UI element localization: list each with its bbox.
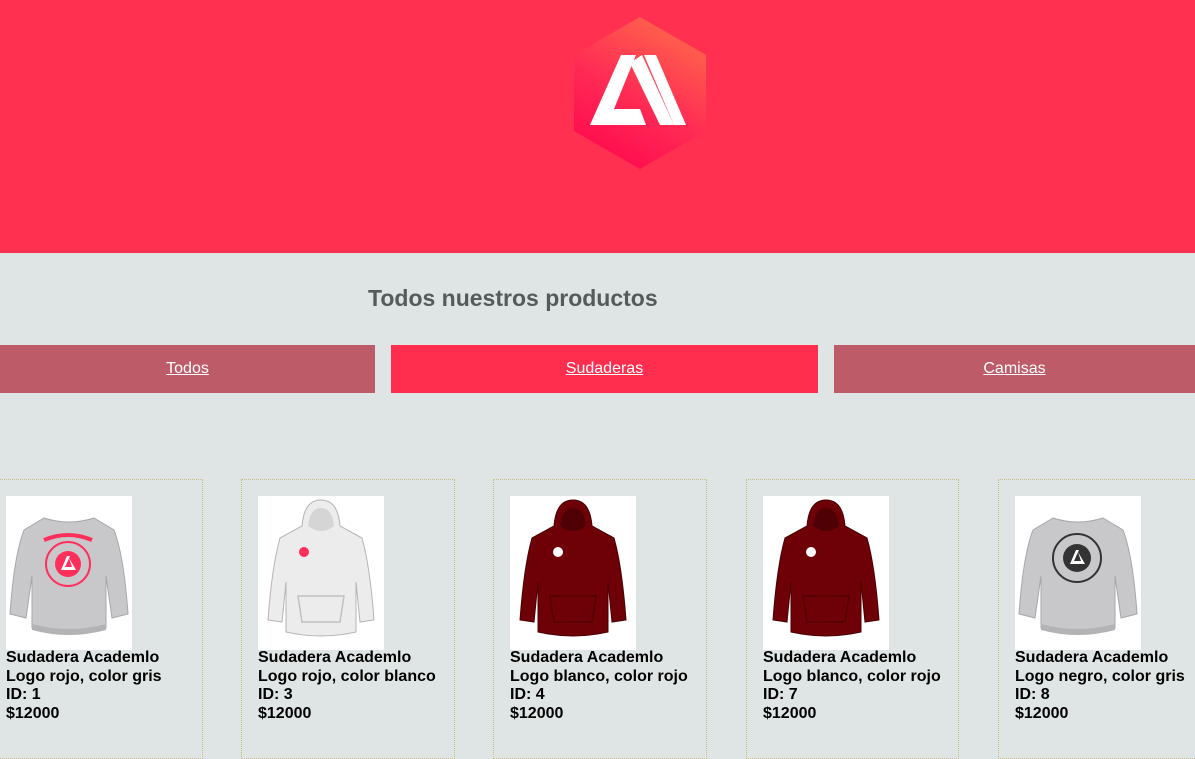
academlo-logo-icon[interactable] <box>574 17 706 169</box>
product-price: $12000 <box>763 705 817 723</box>
product-price: $12000 <box>1015 705 1069 723</box>
page-title: Todos nuestros productos <box>368 285 658 311</box>
product-id: ID: 8 <box>1015 686 1050 704</box>
product-image[interactable] <box>510 496 636 650</box>
product-info: Sudadera Academlo Logo negro, color gris… <box>1015 649 1185 724</box>
product-name-line1: Sudadera Academlo <box>510 649 664 666</box>
white-hoodie-icon <box>267 499 375 637</box>
product-price: $12000 <box>6 705 60 723</box>
product-price: $12000 <box>258 705 312 723</box>
product-name-line2: Logo blanco, color rojo <box>763 667 941 685</box>
product-image[interactable] <box>258 496 384 650</box>
tab-sudaderas-label[interactable]: Sudaderas <box>566 360 643 378</box>
product-name-line1: Sudadera Academlo <box>1015 649 1169 666</box>
product-card[interactable]: Sudadera Academlo Logo negro, color gris… <box>998 479 1195 759</box>
product-info: Sudadera Academlo Logo rojo, color blanc… <box>258 649 436 724</box>
product-image[interactable] <box>1015 496 1141 650</box>
product-name-line2: Logo blanco, color rojo <box>510 667 688 685</box>
product-card[interactable]: Sudadera Academlo Logo rojo, color blanc… <box>241 479 455 759</box>
product-info: Sudadera Academlo Logo blanco, color roj… <box>763 649 941 724</box>
product-name-line1: Sudadera Academlo <box>763 649 917 666</box>
product-id: ID: 3 <box>258 686 293 704</box>
product-card[interactable]: Sudadera Academlo Logo blanco, color roj… <box>493 479 707 759</box>
product-name-line1: Sudadera Academlo <box>6 649 160 666</box>
product-price: $12000 <box>510 705 564 723</box>
gray-crewneck-sweatshirt-icon <box>1018 517 1138 635</box>
product-name-line1: Sudadera Academlo <box>258 649 412 666</box>
maroon-hoodie-icon <box>519 499 627 637</box>
header-banner <box>0 0 1195 253</box>
tab-sudaderas[interactable]: Sudaderas <box>391 345 818 393</box>
tab-camisas[interactable]: Camisas <box>834 345 1195 393</box>
product-id: ID: 4 <box>510 686 545 704</box>
product-card[interactable]: Sudadera Academlo Logo rojo, color gris … <box>0 479 203 759</box>
product-id: ID: 1 <box>6 686 41 704</box>
tab-todos-label[interactable]: Todos <box>166 360 209 378</box>
product-card[interactable]: Sudadera Academlo Logo blanco, color roj… <box>746 479 959 759</box>
tab-todos[interactable]: Todos <box>0 345 375 393</box>
product-id: ID: 7 <box>763 686 798 704</box>
product-name-line2: Logo rojo, color blanco <box>258 667 436 685</box>
product-info: Sudadera Academlo Logo blanco, color roj… <box>510 649 688 724</box>
product-image[interactable] <box>763 496 889 650</box>
product-name-line2: Logo negro, color gris <box>1015 667 1185 685</box>
product-info: Sudadera Academlo Logo rojo, color gris … <box>6 649 162 724</box>
product-name-line2: Logo rojo, color gris <box>6 667 162 685</box>
gray-crewneck-sweatshirt-icon <box>9 517 129 635</box>
tab-camisas-label[interactable]: Camisas <box>983 360 1045 378</box>
maroon-hoodie-icon <box>772 499 880 637</box>
product-image[interactable] <box>6 496 132 650</box>
